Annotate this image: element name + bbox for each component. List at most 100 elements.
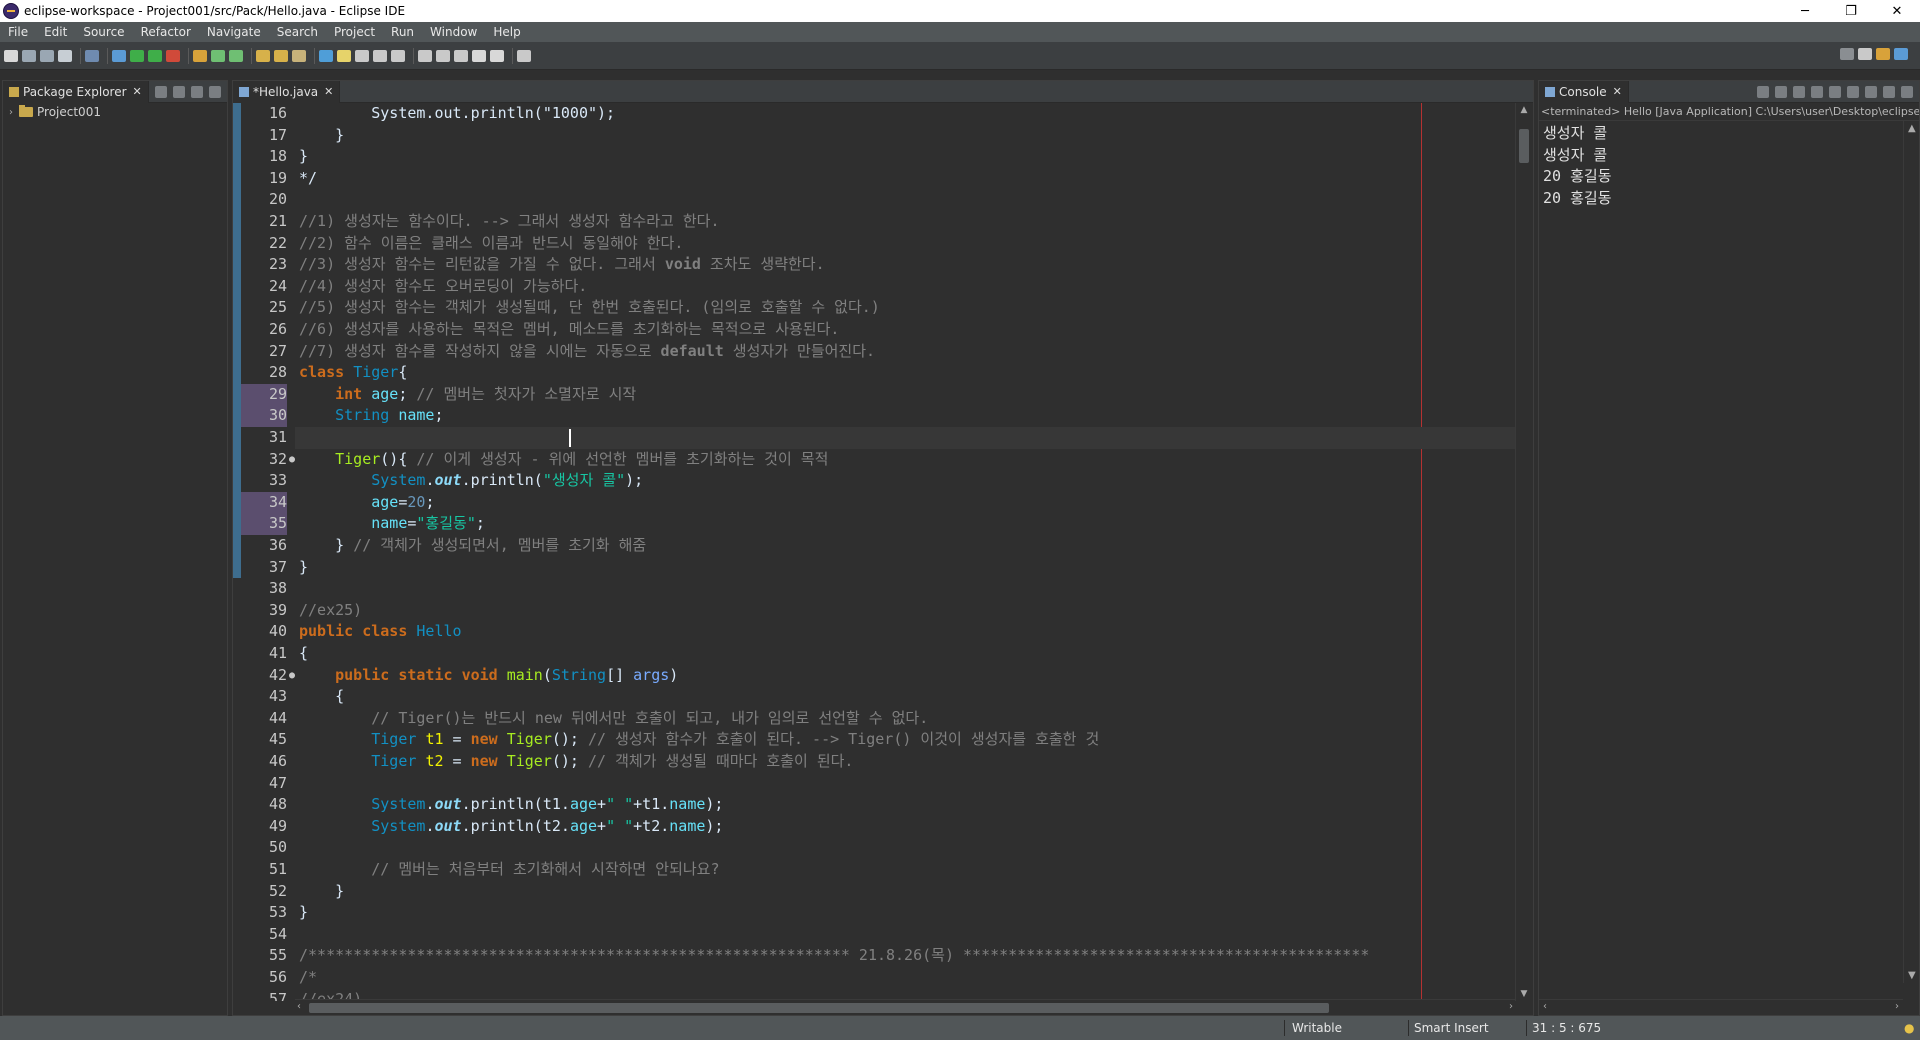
code-line[interactable]: { — [295, 686, 1515, 708]
code-line[interactable]: int age; // 멤버는 첫자가 소멸자로 시작 — [295, 384, 1515, 406]
editor-vertical-scrollbar[interactable]: ▲ ▼ — [1515, 103, 1531, 1001]
tab-hello-java[interactable]: *Hello.java ✕ — [233, 80, 341, 103]
code-line[interactable]: public class Hello — [295, 621, 1515, 643]
external-tools-icon[interactable] — [166, 49, 180, 62]
code-line[interactable]: /***************************************… — [295, 945, 1515, 967]
code-line[interactable]: System.out.println(t2.age+" "+t2.name); — [295, 816, 1515, 838]
menu-navigate[interactable]: Navigate — [201, 25, 271, 39]
prev-annotation-icon[interactable] — [436, 49, 450, 62]
menu-edit[interactable]: Edit — [38, 25, 77, 39]
code-line[interactable]: System.out.println("1000"); — [295, 103, 1515, 125]
run-icon[interactable] — [130, 49, 144, 62]
code-line[interactable] — [295, 837, 1515, 859]
code-line[interactable]: //3) 생성자 함수는 리턴값을 가질 수 없다. 그래서 void 조차도 … — [295, 254, 1515, 276]
open-task-icon[interactable] — [274, 49, 288, 62]
terminate-icon[interactable] — [1757, 86, 1769, 98]
java-perspective-icon[interactable] — [1876, 48, 1890, 60]
scroll-right-icon[interactable]: › — [1895, 1001, 1899, 1012]
scroll-thumb[interactable] — [309, 1003, 1329, 1013]
code-line[interactable]: System.out.println(t1.age+" "+t1.name); — [295, 794, 1515, 816]
code-line[interactable]: System.out.println("생성자 콜"); — [295, 470, 1515, 492]
code-line[interactable] — [295, 189, 1515, 211]
code-line[interactable]: //6) 생성자를 사용하는 목적은 멤버, 메소드를 초기화하는 목적으로 사… — [295, 319, 1515, 341]
focus-icon[interactable] — [191, 86, 203, 98]
tree-item-project[interactable]: › Project001 — [3, 103, 227, 121]
code-line[interactable]: //7) 생성자 함수를 작성하지 않을 시에는 자동으로 default 생성… — [295, 341, 1515, 363]
debug-perspective-icon[interactable] — [1894, 48, 1908, 60]
new-class-icon[interactable] — [229, 49, 243, 62]
view-menu-icon[interactable] — [209, 86, 221, 98]
display-console-icon[interactable] — [1883, 86, 1895, 98]
code-line[interactable]: //5) 생성자 함수는 객체가 생성될때, 단 한번 호출된다. (임의로 호… — [295, 297, 1515, 319]
lightbulb-icon[interactable]: ● — [1904, 1016, 1914, 1040]
scroll-lock-icon[interactable] — [1829, 86, 1841, 98]
open-perspective-icon[interactable] — [1858, 48, 1872, 60]
code-line[interactable]: { — [295, 643, 1515, 665]
menu-project[interactable]: Project — [328, 25, 385, 39]
word-wrap-icon[interactable] — [1847, 86, 1859, 98]
close-window-button[interactable]: ✕ — [1874, 0, 1920, 22]
terminal-icon[interactable] — [58, 49, 72, 62]
code-line[interactable]: // 멤버는 처음부터 초기화해서 시작하면 안되나요? — [295, 859, 1515, 881]
code-line[interactable]: // Tiger()는 반드시 new 뒤에서만 호출이 되고, 내가 임의로 … — [295, 708, 1515, 730]
menu-refactor[interactable]: Refactor — [135, 25, 201, 39]
coverage-icon[interactable] — [148, 49, 162, 62]
console-vertical-scrollbar[interactable]: ▲ ▼ — [1903, 121, 1919, 983]
next-annotation-icon[interactable] — [418, 49, 432, 62]
code-line[interactable]: //4) 생성자 함수도 오버로딩이 가능하다. — [295, 276, 1515, 298]
new-package-icon[interactable] — [211, 49, 225, 62]
menu-file[interactable]: File — [2, 25, 38, 39]
code-line[interactable]: age=20; — [295, 492, 1515, 514]
scroll-left-icon[interactable]: ‹ — [297, 1001, 301, 1012]
menu-search[interactable]: Search — [271, 25, 328, 39]
open-console-icon[interactable] — [1901, 86, 1913, 98]
code-line[interactable] — [295, 924, 1515, 946]
scroll-up-icon[interactable]: ▲ — [1908, 123, 1916, 134]
code-editor[interactable]: 16 17 18 19 20 21 22 23 24 25 26 27 28 29 30 31 32 ● 33 34 3… — [233, 103, 1533, 1001]
code-line[interactable]: Tiger(){ // 이게 생성자 - 위에 선언한 멤버를 초기화하는 것이… — [295, 449, 1515, 471]
close-icon[interactable]: ✕ — [133, 85, 142, 98]
menu-help[interactable]: Help — [487, 25, 530, 39]
collapse-all-icon[interactable] — [155, 86, 167, 98]
pin-console-icon[interactable] — [1865, 86, 1877, 98]
menu-source[interactable]: Source — [77, 25, 134, 39]
block-selection-icon[interactable] — [355, 49, 369, 62]
debug-icon[interactable] — [112, 49, 126, 62]
scroll-right-icon[interactable]: › — [1509, 1001, 1513, 1012]
new-java-project-icon[interactable] — [193, 49, 207, 62]
code-line[interactable]: /* — [295, 967, 1515, 989]
code-line[interactable] — [295, 578, 1515, 600]
skip-breakpoints-icon[interactable] — [85, 49, 99, 62]
code-line[interactable]: } // 객체가 생성되면서, 멤버를 초기화 해줌 — [295, 535, 1515, 557]
restore-button[interactable]: ❐ — [1828, 0, 1874, 22]
last-edit-icon[interactable] — [454, 49, 468, 62]
tab-console[interactable]: Console ✕ — [1539, 80, 1629, 103]
code-area[interactable]: System.out.println("1000"); }} */ //1) 생성자… — [295, 103, 1515, 1001]
code-line[interactable]: } — [295, 125, 1515, 147]
menu-window[interactable]: Window — [424, 25, 487, 39]
open-type-icon[interactable] — [256, 49, 270, 62]
code-line[interactable]: String name; — [295, 405, 1515, 427]
code-line[interactable] — [295, 427, 1515, 449]
code-line[interactable]: } — [295, 881, 1515, 903]
show-whitespace-icon[interactable] — [373, 49, 387, 62]
remove-launch-icon[interactable] — [1775, 86, 1787, 98]
search-tool-icon[interactable] — [292, 49, 306, 62]
menu-run[interactable]: Run — [385, 25, 424, 39]
code-line[interactable]: public static void main(String[] args) — [295, 665, 1515, 687]
code-line[interactable]: Tiger t2 = new Tiger(); // 객체가 생성될 때마다 호… — [295, 751, 1515, 773]
code-line[interactable]: //2) 함수 이름은 클래스 이름과 반드시 동일해야 한다. — [295, 233, 1515, 255]
scroll-up-icon[interactable]: ▲ — [1516, 105, 1532, 115]
code-line[interactable]: //1) 생성자는 함수이다. --> 그래서 생성자 함수라고 한다. — [295, 211, 1515, 233]
code-line[interactable]: class Tiger{ — [295, 362, 1515, 384]
scroll-down-icon[interactable]: ▼ — [1516, 989, 1532, 999]
remove-all-icon[interactable] — [1793, 86, 1805, 98]
pin-editor-icon[interactable] — [517, 49, 531, 62]
scroll-thumb[interactable] — [1519, 129, 1529, 163]
tab-package-explorer[interactable]: Package Explorer ✕ — [3, 80, 149, 103]
status-cursor-position[interactable]: 31 : 5 : 675 — [1532, 1016, 1601, 1040]
link-with-editor-icon[interactable] — [173, 86, 185, 98]
status-insert-mode[interactable]: Smart Insert — [1414, 1016, 1489, 1040]
minimize-button[interactable]: ─ — [1782, 0, 1828, 22]
close-icon[interactable]: ✕ — [1613, 85, 1622, 98]
